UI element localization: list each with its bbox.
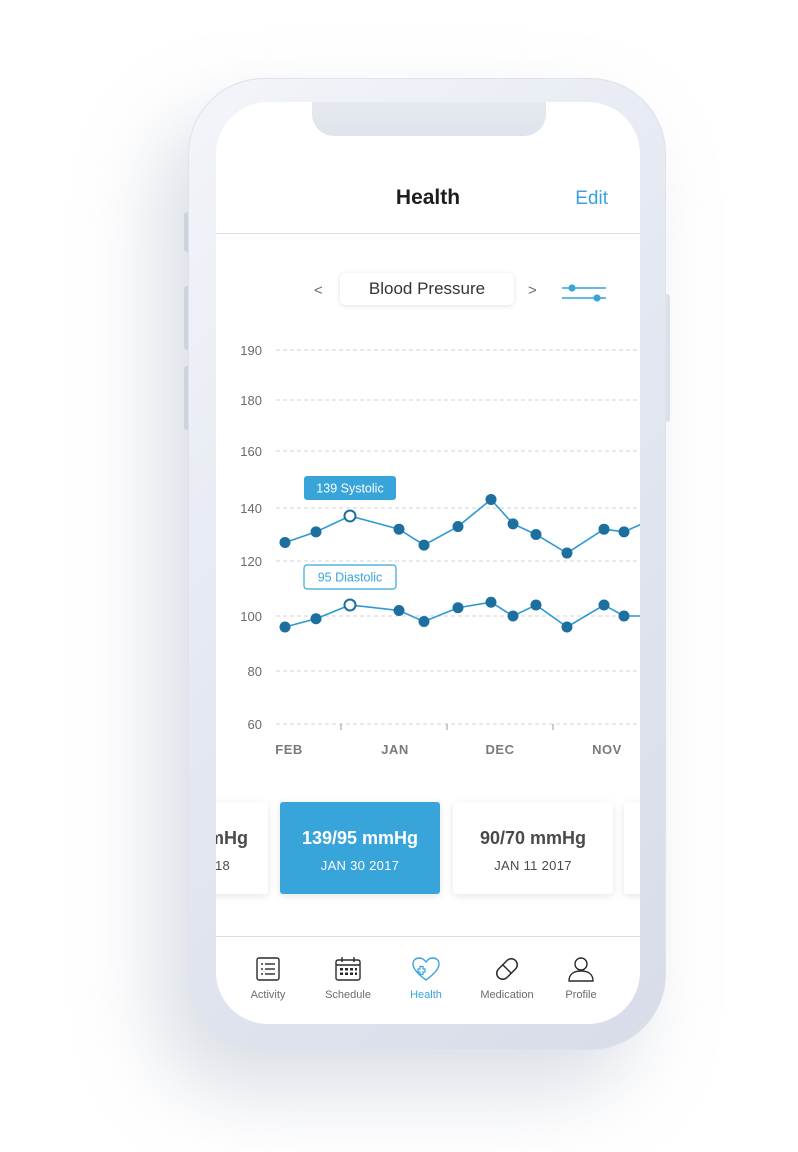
metric-selector[interactable]: Blood Pressure <box>340 273 514 305</box>
data-point <box>530 529 542 540</box>
heart-icon <box>412 957 440 981</box>
data-point <box>393 605 405 616</box>
systolic-tooltip: 139 Systolic <box>304 475 396 500</box>
calendar-icon <box>335 957 361 981</box>
data-point <box>418 616 430 627</box>
tab-label: Schedule <box>325 989 371 1001</box>
previous-metric-button[interactable]: < <box>314 282 323 299</box>
y-tick-label: 100 <box>240 609 262 624</box>
data-point <box>598 599 610 611</box>
y-tick-label: 120 <box>240 554 262 569</box>
tab-label: Activity <box>250 989 286 1001</box>
data-point <box>452 602 464 614</box>
data-point <box>530 599 542 611</box>
tab-medication[interactable]: Medication <box>467 956 547 1001</box>
data-point <box>310 613 322 625</box>
data-point <box>279 536 291 548</box>
x-tick-label: FEB <box>275 742 303 757</box>
data-point <box>561 621 573 633</box>
data-point <box>452 521 464 533</box>
reading-value: 90/70 mmHg <box>479 828 587 848</box>
data-point-highlight <box>343 509 357 523</box>
reading-value: 139/95 mmHg <box>301 828 419 848</box>
data-point <box>618 526 630 538</box>
data-point <box>618 610 630 622</box>
x-tick-label: JAN <box>381 742 409 757</box>
data-point <box>507 610 519 622</box>
x-tick-label: NOV <box>592 742 622 757</box>
reading-value: mHg <box>216 828 248 848</box>
reading-date: JAN 30 2017 <box>320 858 400 873</box>
y-tick-label: 60 <box>248 717 262 732</box>
edit-button[interactable]: Edit <box>575 188 608 210</box>
metric-name: Blood Pressure <box>368 279 486 298</box>
y-tick-label: 160 <box>240 444 262 459</box>
sliders-icon[interactable] <box>560 282 608 304</box>
tooltip-label: 139 Systolic <box>316 481 383 495</box>
diastolic-tooltip: 95 Diastolic <box>303 564 397 590</box>
data-point-highlight <box>343 598 357 612</box>
data-point <box>279 621 291 633</box>
tab-schedule[interactable]: Schedule <box>308 956 388 1001</box>
data-point <box>561 547 573 559</box>
data-point <box>485 596 497 608</box>
reading-date: JAN 11 2017 <box>494 858 572 873</box>
blood-pressure-chart: 60 80 100 120 140 160 180 190 FEB JAN DEC NOV 139 Sy… <box>240 343 640 757</box>
reading-card[interactable]: mHg 18 <box>216 802 268 894</box>
reading-card[interactable]: 90/70 mmHg JAN 11 2017 <box>453 802 613 894</box>
tab-health[interactable]: Health <box>386 956 466 1001</box>
phone-screen: Health Edit < Blood Pressure > 60 80 100 12… <box>216 102 640 1024</box>
notch <box>312 102 546 136</box>
data-point <box>598 523 610 535</box>
y-tick-label: 180 <box>240 393 262 408</box>
x-tick-label: DEC <box>486 742 515 757</box>
y-tick-label: 80 <box>248 664 262 679</box>
list-icon <box>256 957 280 981</box>
person-icon <box>568 957 594 982</box>
reading-date: 18 <box>216 858 230 873</box>
reading-card-selected[interactable]: 139/95 mmHg JAN 30 2017 <box>280 802 440 894</box>
next-metric-button[interactable]: > <box>528 282 537 299</box>
data-point <box>507 518 519 530</box>
tab-label: Health <box>410 989 442 1001</box>
reading-card[interactable] <box>624 802 640 894</box>
tab-profile[interactable]: Profile <box>541 956 621 1001</box>
header-divider <box>216 233 640 234</box>
tab-bar-divider <box>216 936 640 937</box>
tab-label: Medication <box>480 989 534 1001</box>
y-tick-label: 140 <box>240 501 262 516</box>
pill-icon <box>496 958 518 980</box>
data-point <box>310 526 322 538</box>
tab-activity[interactable]: Activity <box>228 956 308 1001</box>
tooltip-label: 95 Diastolic <box>318 571 383 585</box>
y-tick-label: 190 <box>240 343 262 358</box>
tab-label: Profile <box>565 989 597 1001</box>
data-point <box>485 493 497 505</box>
data-point <box>418 539 430 551</box>
data-point <box>393 523 405 535</box>
